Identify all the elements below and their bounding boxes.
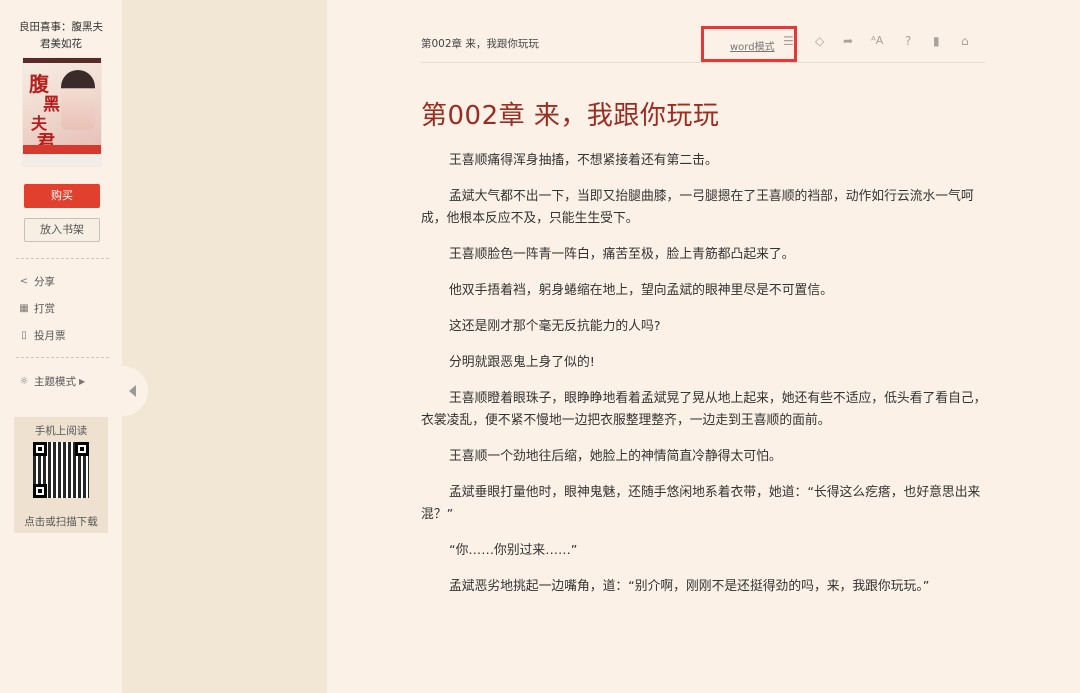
share-arrow-icon[interactable]: ➦ [843,34,853,48]
qr-finder [33,484,47,498]
book-cover[interactable]: 腹 黑 夫 君 [23,58,101,166]
cover-bottom-band [23,154,101,166]
paragraph: 分明就跟恶鬼上身了似的! [449,355,595,370]
qr-finder [75,442,89,456]
book-title-line1: 良田喜事：腹黑夫 [19,21,103,33]
reading-panel: 第002章 来，我跟你玩玩 word模式 ☰ ◇ ➦ ᴬA ? ▮ ⌂ 第002… [327,0,1080,693]
book-title[interactable]: 良田喜事：腹黑夫 君美如花 [10,19,112,53]
paragraph: 孟斌恶劣地挑起一边嘴角，道：“别介啊，刚刚不是还挺得劲的吗，来，我跟你玩玩。” [449,579,930,594]
share-link[interactable]: < 分享 [18,275,55,289]
header-chapter-title: 第002章 来，我跟你玩玩 [421,38,539,50]
vote-link[interactable]: ▯ 投月票 [18,329,66,343]
paragraph: 这还是刚才那个毫无反抗能力的人吗? [449,319,661,334]
cover-top-band [23,58,101,63]
mobile-read-label: 手机上阅读 [34,425,88,437]
left-sidebar: 良田喜事：腹黑夫 君美如花 腹 黑 夫 君 购买 放入书架 < 分享 ▦ 打赏 … [0,0,122,693]
cover-figure [61,70,95,130]
paragraph: 孟斌垂眼打量他时，眼神鬼魅，还随手悠闲地系着衣带，她道：“长得这么疙瘩，也好意思… [421,485,981,522]
paragraph: 王喜顺瞪着眼珠子，眼睁睁地看着孟斌晃了晃从地上起来，她还有些不适应，低头看了看自… [421,391,987,428]
paragraph: 孟斌大气都不出一下，当即又抬腿曲膝，一弓腿摁在了王喜顺的裆部，动作如行云流水一气… [421,189,974,226]
chapter-content: 王喜顺痛得浑身抽搐，不想紧接着还有第二击。 孟斌大气都不出一下，当即又抬腿曲膝，… [421,150,987,612]
chapter-header: 第002章 来，我跟你玩玩 word模式 ☰ ◇ ➦ ᴬA ? ▮ ⌂ [421,0,985,63]
chevron-left-icon [128,385,136,397]
book-title-line2: 君美如花 [40,38,82,50]
collapse-sidebar-button[interactable] [118,366,148,416]
mobile-read-panel[interactable]: 手机上阅读 点击或扫描下载 [14,417,108,533]
add-to-shelf-button[interactable]: 放入书架 [24,218,100,242]
paragraph: 王喜顺脸色一阵青一阵白，痛苦至极，脸上青筋都凸起来了。 [449,247,795,262]
font-size-icon[interactable]: ᴬA [871,34,883,48]
share-icon: < [19,276,29,287]
caret-right-icon: ▶ [79,377,86,386]
help-icon[interactable]: ? [905,34,911,48]
diamond-icon[interactable]: ◇ [815,34,824,48]
word-mode-link[interactable]: word模式 [730,38,775,53]
divider [16,258,109,259]
paragraph: “你……你别过来……” [449,543,578,558]
paragraph: 王喜顺痛得浑身抽搐，不想紧接着还有第二击。 [449,153,718,168]
paragraph: 王喜顺一个劲地往后缩，她脸上的神情简直冷静得太可怕。 [449,449,782,464]
home-icon[interactable]: ⌂ [961,34,969,48]
reward-link[interactable]: ▦ 打赏 [18,302,55,316]
buy-button[interactable]: 购买 [24,184,100,208]
list-icon[interactable]: ☰ [783,34,794,48]
qr-finder [33,442,47,456]
vote-label: 投月票 [34,330,66,342]
reward-icon: ▦ [19,303,29,314]
paragraph: 他双手捂着裆，躬身蜷缩在地上，望向孟斌的眼神里尽是不可置信。 [449,283,833,298]
bookmark-icon[interactable]: ▮ [933,34,940,48]
theme-mode-menu[interactable]: ☼ 主题模式 ▶ [18,375,86,389]
divider [16,357,109,358]
share-label: 分享 [34,276,55,288]
chapter-title: 第002章 来，我跟你玩玩 [421,101,720,131]
qr-code[interactable] [33,442,89,498]
scan-download-label: 点击或扫描下载 [24,516,98,528]
ticket-icon: ▯ [21,330,27,341]
theme-mode-label: 主题模式 [34,376,76,388]
sun-icon: ☼ [19,376,29,387]
reward-label: 打赏 [34,303,55,315]
cover-red-band [23,145,101,154]
